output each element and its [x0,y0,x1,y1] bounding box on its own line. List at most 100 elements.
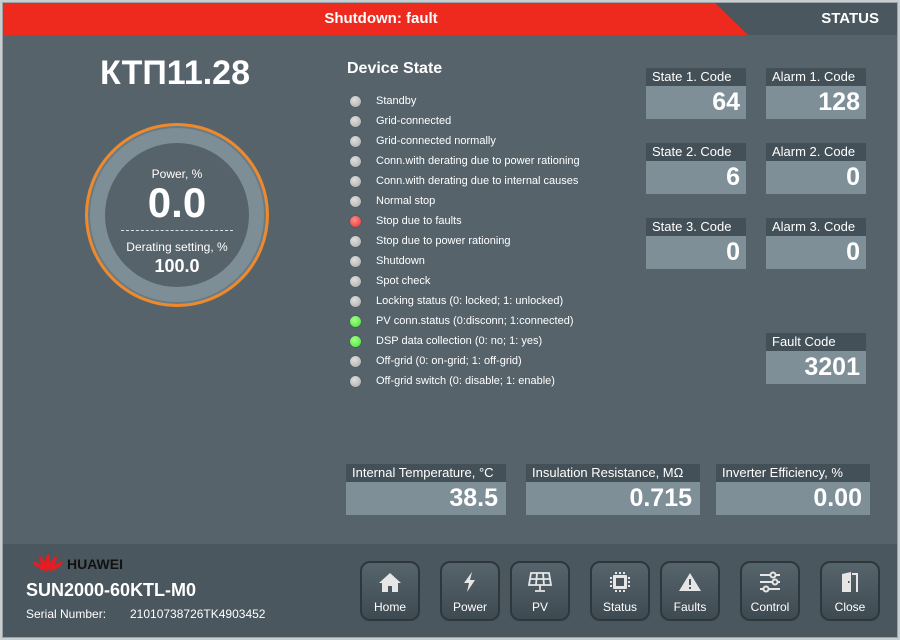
alarm3-code-value: 0 [766,236,866,269]
fault-code: Fault Code 3201 [766,333,866,384]
alarm3-code: Alarm 3. Code 0 [766,218,866,269]
chip-icon [610,572,630,592]
solar-panel-icon [527,572,553,592]
section-title: STATUS [821,10,879,27]
power-value: 0.0 [147,179,207,226]
device-state-label: Standby [376,95,417,107]
status-led-icon [350,355,361,367]
alarm2-code-label: Alarm 2. Code [766,143,866,161]
alarm3-code-label: Alarm 3. Code [766,218,866,236]
state1-code-value: 64 [646,86,746,119]
nav-control-button[interactable]: Control [740,561,800,621]
fault-code-value: 3201 [766,351,866,384]
status-led-icon [350,155,361,167]
device-state-label: Grid-connected [376,115,452,127]
device-state-label: Normal stop [376,195,436,207]
device-state-label: Spot check [376,275,431,287]
status-led-icon [350,335,361,347]
alarm1-code: Alarm 1. Code 128 [766,68,866,119]
internal-temperature-value: 38.5 [346,482,506,515]
alarm1-code-label: Alarm 1. Code [766,68,866,86]
status-led-icon [350,235,361,247]
gauge-inner: Power, % 0.0 Derating setting, % 100.0 [105,143,249,287]
insulation-resistance: Insulation Resistance, MΩ 0.715 [526,464,700,515]
gauge-divider [121,230,233,231]
sliders-icon [760,571,780,593]
device-state-label: Off-grid switch (0: disable; 1: enable) [376,375,555,387]
main-window: Shutdown: fault STATUS КТП11.28 Power, %… [2,2,898,638]
status-led-icon [350,315,361,327]
device-state-label: Stop due to power rationing [376,235,511,247]
home-icon [379,573,401,592]
nav-control-label: Control [750,600,790,614]
nav-pv-button[interactable]: PV [510,561,570,621]
device-model: SUN2000-60KTL-M0 [26,580,197,600]
device-state-item: Conn.with derating due to internal cause… [350,171,580,191]
state1-code-label: State 1. Code [646,68,746,86]
warning-icon [679,573,701,591]
huawei-logo: HUAWEI [31,553,123,575]
status-title: Shutdown: fault [324,10,438,27]
device-state-label: Conn.with derating due to internal cause… [376,175,579,187]
device-state-item: Spot check [350,271,580,291]
inverter-efficiency: Inverter Efficiency, % 0.00 [716,464,870,515]
status-led-icon [350,275,361,287]
nav-close-button[interactable]: Close [820,561,880,621]
device-state-item: Off-grid switch (0: disable; 1: enable) [350,371,580,391]
status-led-icon [350,95,361,107]
nav-home-button[interactable]: Home [360,561,420,621]
status-led-icon [350,175,361,187]
device-state-item: Grid-connected [350,111,580,131]
nav-power-button[interactable]: Power [440,561,500,621]
lightning-icon [464,572,475,592]
huawei-petal-icon [33,554,63,571]
device-state-label: PV conn.status (0:disconn; 1:connected) [376,315,574,327]
state1-code: State 1. Code 64 [646,68,746,119]
state2-code-label: State 2. Code [646,143,746,161]
device-state-item: PV conn.status (0:disconn; 1:connected) [350,311,580,331]
station-name: КТП11.28 [99,54,250,92]
nav-close-label: Close [834,600,866,614]
status-led-icon [350,135,361,147]
device-state-item: Grid-connected normally [350,131,580,151]
alarm1-code-value: 128 [766,86,866,119]
device-state-item: Locking status (0: locked; 1: unlocked) [350,291,580,311]
device-state-label: Grid-connected normally [376,135,496,147]
insulation-resistance-value: 0.715 [526,482,700,515]
nav-faults-button[interactable]: Faults [660,561,720,621]
device-state-list: Standby Grid-connected Grid-connected norm… [350,91,580,391]
internal-temperature: Internal Temperature, °C 38.5 [346,464,506,515]
device-state-item: DSP data collection (0: no; 1: yes) [350,331,580,351]
fault-code-label: Fault Code [766,333,866,351]
derating-value: 100.0 [154,256,200,276]
derating-label: Derating setting, % [126,240,228,254]
nav-status-button[interactable]: Status [590,561,650,621]
device-state-label: DSP data collection (0: no; 1: yes) [376,335,543,347]
device-state-item: Stop due to faults [350,211,580,231]
nav-home-label: Home [373,600,406,614]
brand-name: HUAWEI [67,556,123,572]
device-state-item: Conn.with derating due to power rationin… [350,151,580,171]
status-led-icon [350,295,361,307]
state2-code: State 2. Code 6 [646,143,746,194]
status-led-icon [350,375,361,387]
device-state-label: Stop due to faults [376,215,462,227]
device-state-title: Device State [347,60,443,77]
nav-power-label: Power [452,600,487,614]
insulation-resistance-label: Insulation Resistance, MΩ [526,464,700,482]
device-state-label: Shutdown [376,255,425,267]
serial-number-value: 21010738726TK4903452 [130,607,266,621]
nav-status-label: Status [602,600,638,614]
nav-faults-label: Faults [673,600,707,614]
status-led-icon [350,115,361,127]
device-state-item: Normal stop [350,191,580,211]
state2-code-value: 6 [646,161,746,194]
power-gauge: Power, % 0.0 Derating setting, % 100.0 [85,123,269,307]
serial-number-label: Serial Number: [26,607,107,621]
inverter-efficiency-label: Inverter Efficiency, % [716,464,870,482]
device-state-label: Off-grid (0: on-grid; 1: off-grid) [376,355,522,367]
device-state-label: Locking status (0: locked; 1: unlocked) [376,295,564,307]
status-led-icon [350,255,361,267]
inverter-efficiency-value: 0.00 [716,482,870,515]
state3-code-value: 0 [646,236,746,269]
